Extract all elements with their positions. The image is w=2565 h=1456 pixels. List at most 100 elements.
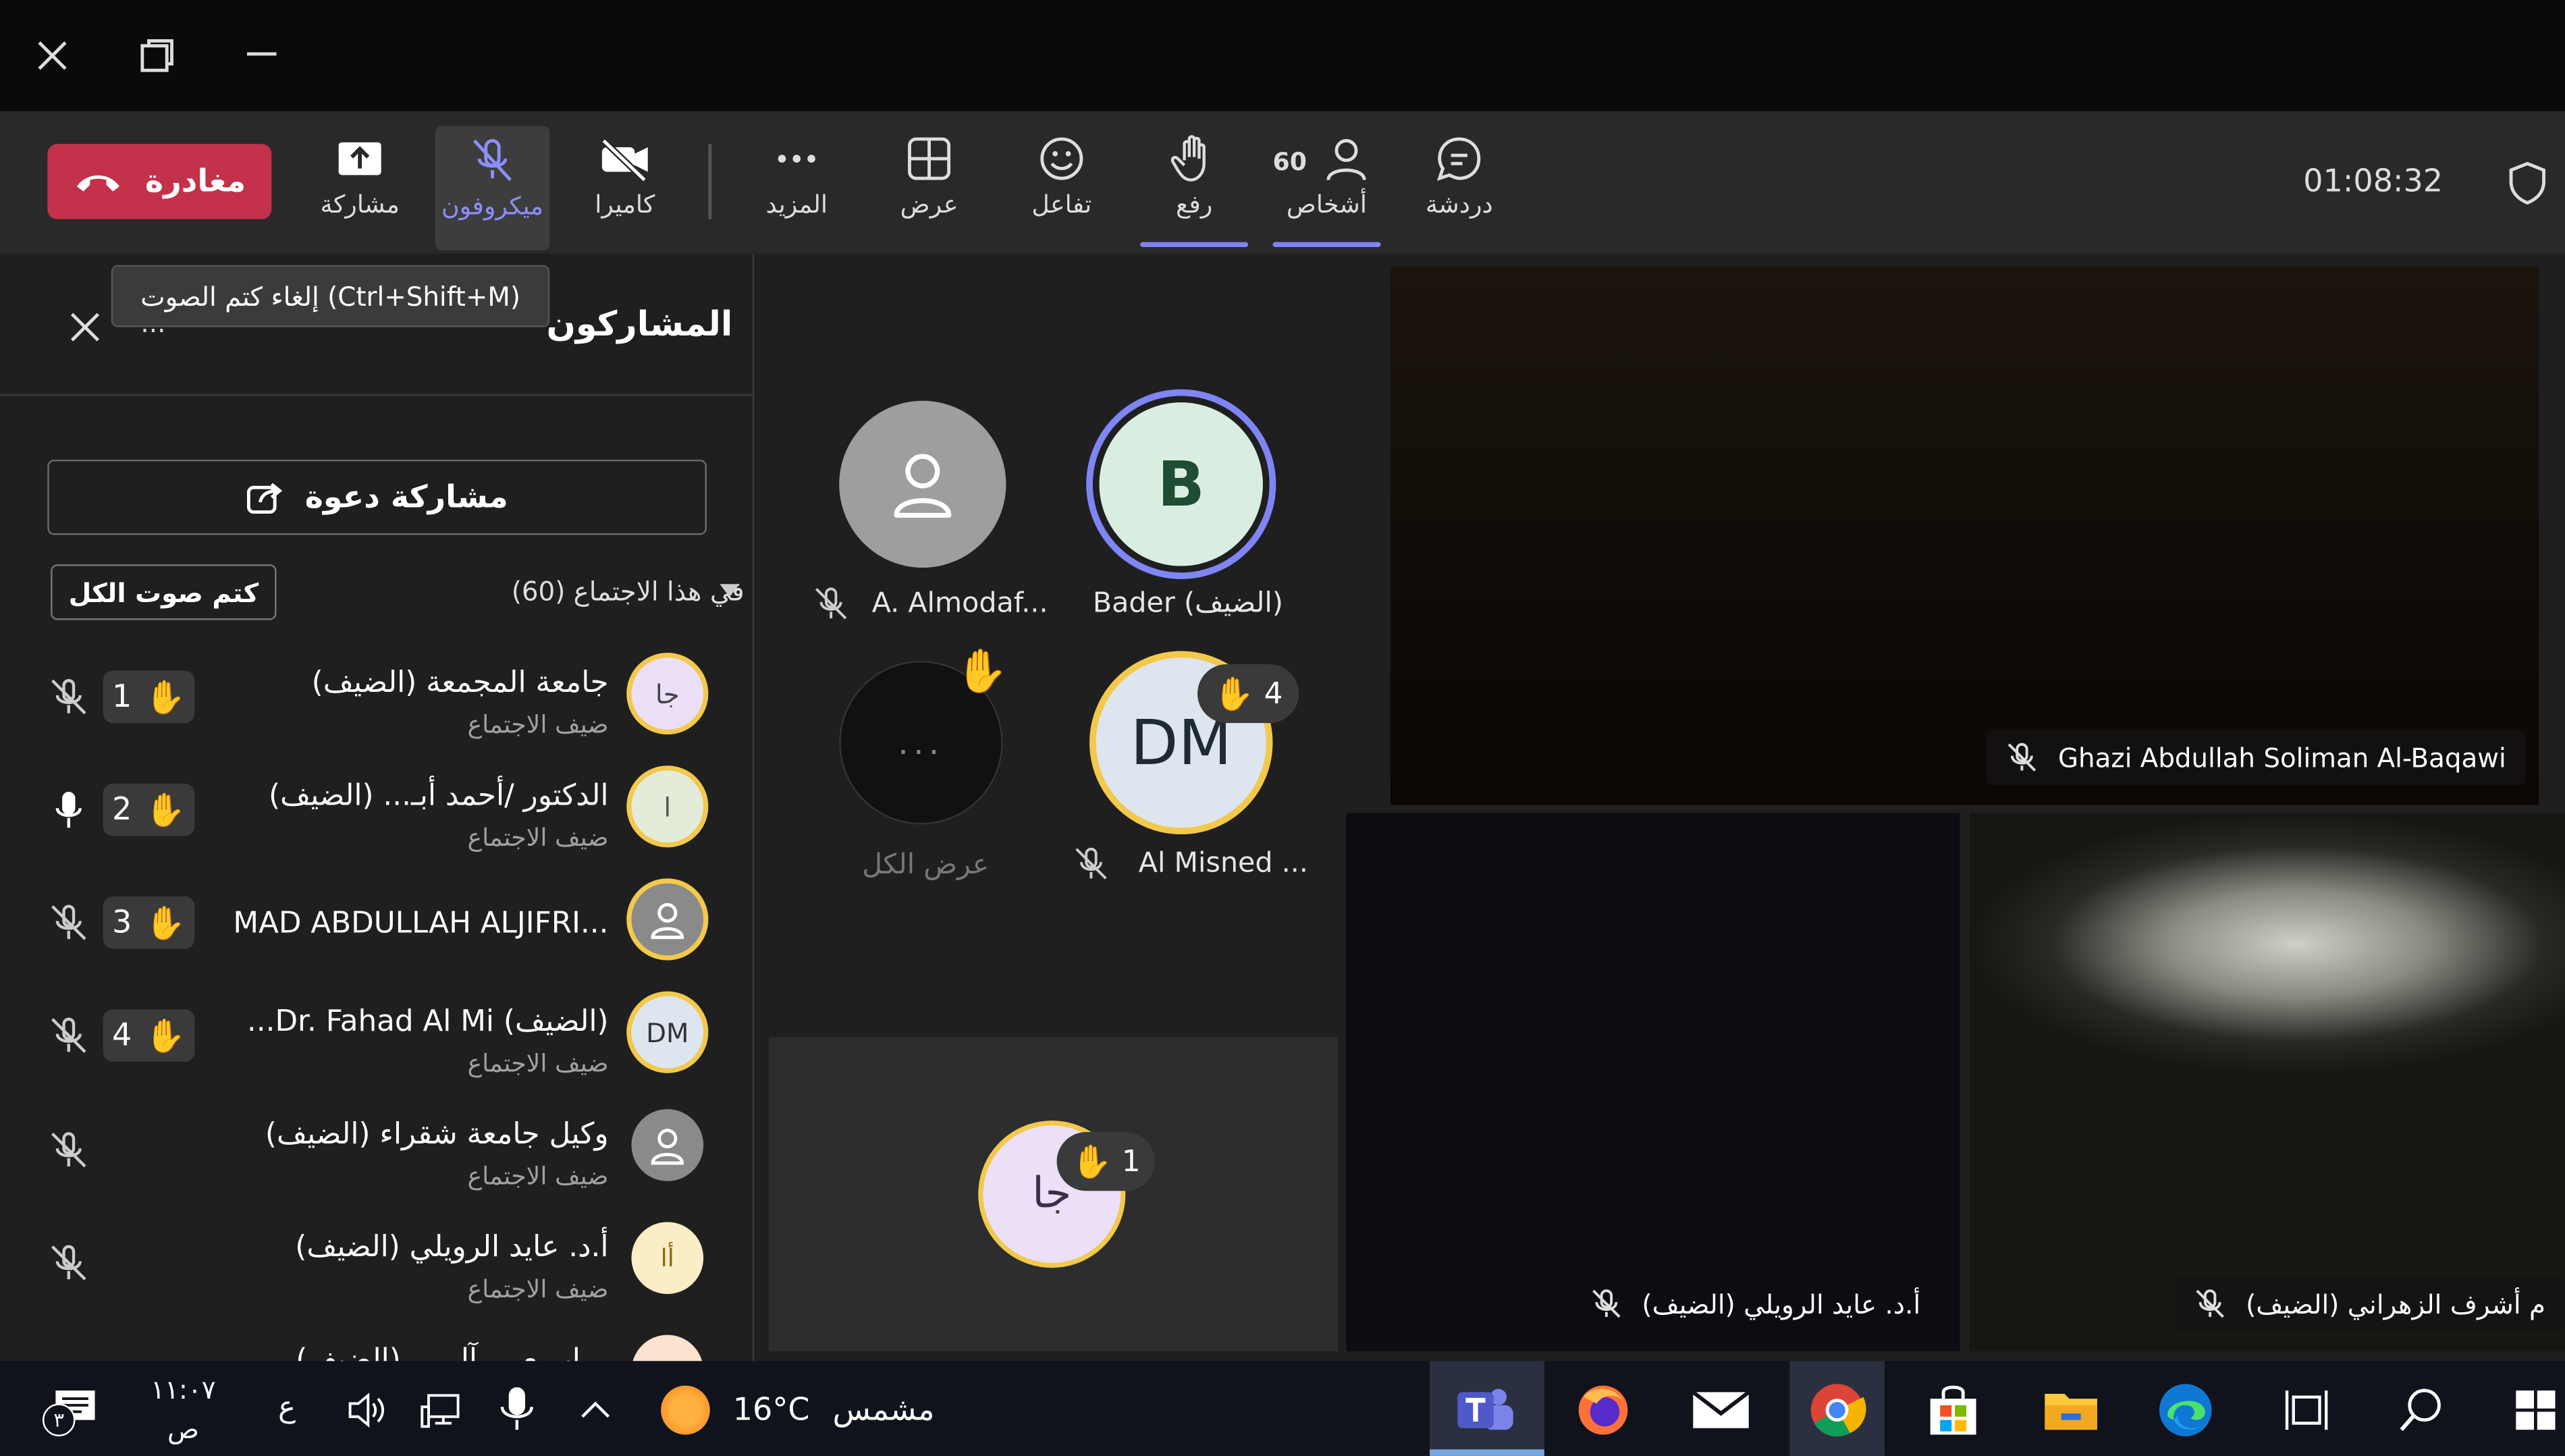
participant-name: (الضيف) Dr. Fahad Al Mi... <box>246 1004 609 1039</box>
clock[interactable]: ١١:٠٧ ص ٤٥/٠٧/٢٥ <box>131 1371 236 1456</box>
leave-button[interactable]: مغادرة <box>47 144 272 219</box>
people-icon <box>1327 138 1367 181</box>
chevron-up-icon <box>581 1401 610 1418</box>
close-window-button[interactable] <box>32 36 72 75</box>
participant-name: أ.د. عايد الرويلي (الضيف) <box>295 1230 609 1265</box>
raised-hand-badge: 2 ✋ <box>103 783 195 836</box>
camera-button[interactable]: كاميرا <box>572 134 677 242</box>
share-button[interactable]: مشاركة <box>308 134 412 242</box>
more-button[interactable]: المزيد <box>745 134 849 242</box>
network-icon <box>421 1394 460 1428</box>
participant-role: ضيف الاجتماع <box>467 1048 609 1079</box>
store-icon <box>1930 1385 1976 1435</box>
windows-logo-icon <box>2516 1390 2556 1430</box>
mic-tray-button[interactable] <box>494 1384 540 1433</box>
sun-icon <box>661 1385 710 1435</box>
people-count: 60 <box>1272 147 1307 177</box>
raised-hand-badge: ✋ 1 <box>1056 1132 1155 1191</box>
edge-app-button[interactable] <box>2153 1378 2218 1443</box>
close-panel-button[interactable] <box>65 308 105 347</box>
weather-temp: 16°C <box>732 1392 810 1428</box>
hand-order: 2 <box>112 791 132 828</box>
video-tile[interactable]: أ.د. عايد الرويلي (الضيف) <box>1346 813 1960 1351</box>
video-name-label: أ.د. عايد الرويلي (الضيف) <box>1570 1276 1940 1331</box>
avatar <box>839 400 1006 568</box>
mail-icon <box>1692 1391 1750 1428</box>
participant-row[interactable]: DM (الضيف) Dr. Fahad Al Mi... ضيف الاجتم… <box>0 983 754 1091</box>
weather-condition: مشمس <box>832 1392 935 1428</box>
task-view-button[interactable] <box>2274 1378 2340 1443</box>
search-button[interactable] <box>2388 1378 2454 1443</box>
video-name: أ.د. عايد الرويلي (الضيف) <box>1642 1288 1921 1320</box>
security-shield-button[interactable] <box>2506 161 2549 207</box>
mic-off-icon <box>51 1017 86 1053</box>
shield-icon <box>2509 161 2545 205</box>
start-button[interactable] <box>2503 1378 2565 1443</box>
active-app-indicator <box>1430 1449 1544 1456</box>
participant-row[interactable]: وكيل جامعة شقراء (الضيف) ضيف الاجتماع <box>0 1096 754 1204</box>
restore-icon <box>140 39 173 72</box>
mic-off-icon <box>1592 1289 1620 1318</box>
video-name-label: م أشرف الزهراني (الضيف) <box>2174 1276 2565 1332</box>
microphone-button[interactable]: ميكروفون <box>435 126 550 250</box>
mic-off-icon <box>51 678 86 715</box>
input-language[interactable]: ع <box>278 1391 296 1425</box>
video-name-label: Ghazi Abdullah Soliman Al-Baqawi <box>1986 729 2526 786</box>
volume-button[interactable] <box>344 1387 389 1433</box>
react-label: تفاعل <box>1031 190 1092 219</box>
store-app-button[interactable] <box>1920 1378 1986 1443</box>
participant-name: ...إيـ ـعـ... آل ... (الضيف) <box>296 1343 609 1361</box>
participant-row[interactable]: جا جامعة المجمعة (الضيف) ضيف الاجتماع 1 … <box>0 645 754 753</box>
participant-row[interactable]: أا أ.د. عايد الرويلي (الضيف) ضيف الاجتما… <box>0 1209 754 1317</box>
restore-window-button[interactable] <box>138 36 177 75</box>
view-button[interactable]: عرض <box>877 134 981 242</box>
teams-app-button[interactable] <box>1453 1378 1518 1443</box>
hand-order: 1 <box>1121 1144 1141 1179</box>
chat-button[interactable]: دردشة <box>1407 134 1511 242</box>
more-label: المزيد <box>765 190 828 219</box>
hand-order: 3 <box>112 905 132 941</box>
share-label: مشاركة <box>320 190 400 219</box>
video-tile[interactable]: م أشرف الزهراني (الضيف) <box>1969 813 2565 1351</box>
smiley-icon <box>1040 137 1083 180</box>
minimize-window-button[interactable] <box>242 36 281 75</box>
raise-label: رفع <box>1176 190 1213 219</box>
raised-hand-icon: ✋ <box>1071 1141 1112 1181</box>
network-button[interactable] <box>418 1387 464 1433</box>
panel-title: المشاركون <box>546 304 733 344</box>
react-button[interactable]: تفاعل <box>1009 134 1114 242</box>
video-tile[interactable]: Ghazi Abdullah Soliman Al-Baqawi <box>1390 267 2539 805</box>
share-invite-button[interactable]: مشاركة دعوة <box>47 460 707 535</box>
mute-all-button[interactable]: كتم صوت الكل <box>51 564 277 620</box>
mail-app-button[interactable] <box>1688 1378 1754 1443</box>
teams-icon <box>1457 1388 1513 1430</box>
participant-row[interactable]: ...إيـ ـعـ... آل ... (الضيف) <box>0 1322 754 1361</box>
participant-row[interactable]: ا الدكتور /أحمد أبـ... (الضيف) ضيف الاجت… <box>0 757 754 865</box>
people-button[interactable]: 60 أشخاص <box>1272 134 1380 242</box>
mic-off-icon <box>51 905 86 940</box>
in-meeting-label: في هذا الاجتماع (60) <box>511 576 745 608</box>
chrome-app-button[interactable] <box>1804 1378 1870 1443</box>
raise-hand-button[interactable]: رفع <box>1142 134 1247 242</box>
file-explorer-app-button[interactable] <box>2039 1378 2104 1443</box>
raise-active-indicator <box>1140 242 1249 247</box>
mic-tooltip: إلغاء كتم الصوت (Ctrl+Shift+M) <box>111 265 550 327</box>
show-hidden-icons-button[interactable] <box>572 1387 618 1433</box>
people-label: أشخاص <box>1286 190 1367 219</box>
participant-row[interactable]: ...MAD ABDULLAH ALJIFRI 3 ✋ <box>0 870 754 978</box>
mic-on-icon <box>55 791 82 828</box>
camera-off-icon <box>601 138 648 183</box>
mic-off-icon <box>2196 1289 2224 1318</box>
notification-center-button[interactable]: ٣ <box>43 1384 101 1439</box>
in-meeting-section-header[interactable]: في هذا الاجتماع (60) <box>409 576 745 607</box>
firefox-app-button[interactable] <box>1571 1378 1636 1443</box>
raised-hand-badge: 1 ✋ <box>103 670 195 724</box>
view-label: عرض <box>900 190 959 219</box>
participant-name: جامعة المجمعة (الضيف) <box>311 666 609 701</box>
weather-widget[interactable]: 16°C مشمس <box>661 1380 1004 1439</box>
avatar <box>631 1109 704 1181</box>
participant-role: ضيف الاجتماع <box>467 1274 609 1304</box>
avatar[interactable]: B <box>1099 402 1263 566</box>
clock-time: ١١:٠٧ ص <box>151 1374 216 1445</box>
hand-order: 1 <box>112 678 132 716</box>
